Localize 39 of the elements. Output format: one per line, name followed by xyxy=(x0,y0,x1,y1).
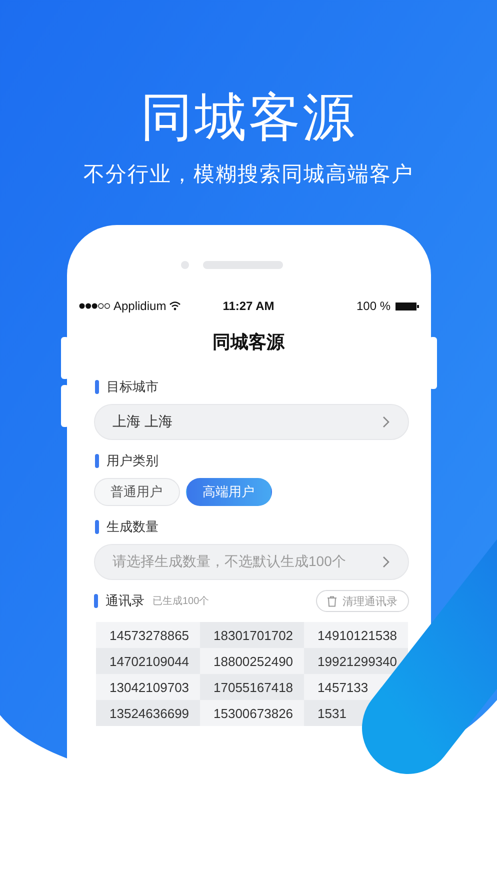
section-marker xyxy=(94,380,98,394)
section-marker xyxy=(94,594,98,608)
signal-icon xyxy=(78,303,110,309)
section-label: 用户类别 xyxy=(106,452,158,470)
section-marker xyxy=(94,454,98,468)
user-type-option[interactable]: 高端用户 xyxy=(186,478,272,506)
phone-number-cell: 15300673826 xyxy=(200,700,304,726)
phone-number-cell: 14573278865 xyxy=(96,622,200,648)
phone-number-cell: 14702109044 xyxy=(96,648,200,674)
phone-number-cell: 18301701702 xyxy=(200,622,304,648)
chevron-right-icon xyxy=(382,416,390,428)
camera-dot xyxy=(180,261,188,269)
status-time: 11:27 AM xyxy=(222,299,274,313)
quantity-placeholder: 请选择生成数量，不选默认生成100个 xyxy=(112,553,346,571)
user-type-option[interactable]: 普通用户 xyxy=(94,478,180,506)
carrier-name: Applidium xyxy=(114,299,166,313)
phone-number-cell: 14910121538 xyxy=(304,622,408,648)
phone-number-cell: 13524636699 xyxy=(96,700,200,726)
page-subtitle: 不分行业，模糊搜索同城高端客户 xyxy=(84,162,414,188)
section-label: 目标城市 xyxy=(106,378,158,396)
phone-number-cell: 17055167418 xyxy=(200,674,304,700)
screen-title: 同城客源 xyxy=(212,331,286,354)
section-label: 生成数量 xyxy=(106,518,158,536)
phone-number-cell: 19921299340 xyxy=(304,648,408,674)
battery-icon xyxy=(394,302,418,310)
quantity-select[interactable]: 请选择生成数量，不选默认生成100个 xyxy=(94,544,408,580)
clear-contacts-button[interactable]: 清理通讯录 xyxy=(316,590,408,612)
phone-number-cell: 18800252490 xyxy=(200,648,304,674)
city-select[interactable]: 上海 上海 xyxy=(94,404,408,440)
chevron-right-icon xyxy=(382,556,390,568)
phone-number-cell: 13042109703 xyxy=(96,674,200,700)
section-label: 通讯录 xyxy=(106,592,144,610)
generated-count: 已生成100个 xyxy=(152,594,210,608)
trash-icon xyxy=(326,596,336,606)
section-marker xyxy=(94,520,98,534)
page-title: 同城客源 xyxy=(140,88,356,149)
wifi-icon xyxy=(169,301,182,311)
battery-percent: 100 % xyxy=(356,299,390,313)
city-value: 上海 上海 xyxy=(112,413,172,431)
